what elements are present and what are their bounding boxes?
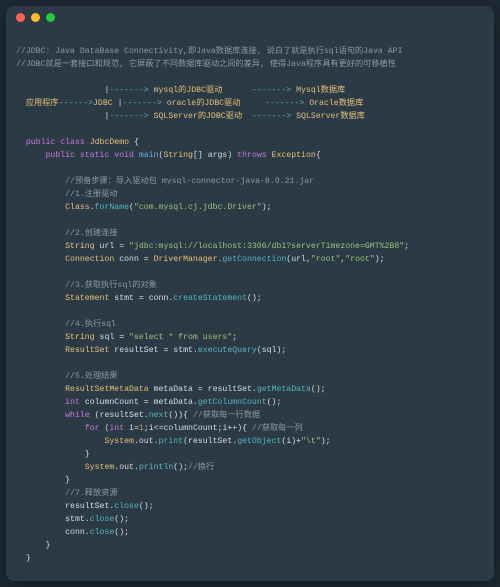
comment-line: //JDBC就是一套接口和规范, 它屏蔽了不同数据库驱动之间的差异, 使得Jav… bbox=[16, 60, 396, 69]
minimize-icon[interactable] bbox=[31, 13, 40, 22]
keyword: public bbox=[26, 138, 55, 147]
maximize-icon[interactable] bbox=[46, 13, 55, 22]
code-area: //JDBC: Java DataBase Connectivity,即Java… bbox=[6, 28, 494, 575]
diagram-row: 应用程序------>JDBC |-------> oracle的JDBC驱动 … bbox=[16, 99, 363, 108]
close-icon[interactable] bbox=[16, 13, 25, 22]
diagram-row: |-------> SQLServer的JDBC驱动 -------> SQLS… bbox=[16, 112, 365, 121]
titlebar bbox=[6, 6, 494, 28]
diagram-row: |-------> mysql的JDBC驱动 -------> Mysql数据库 bbox=[16, 86, 345, 95]
comment-line: //JDBC: Java DataBase Connectivity,即Java… bbox=[16, 47, 403, 56]
code-window: //JDBC: Java DataBase Connectivity,即Java… bbox=[6, 6, 494, 581]
